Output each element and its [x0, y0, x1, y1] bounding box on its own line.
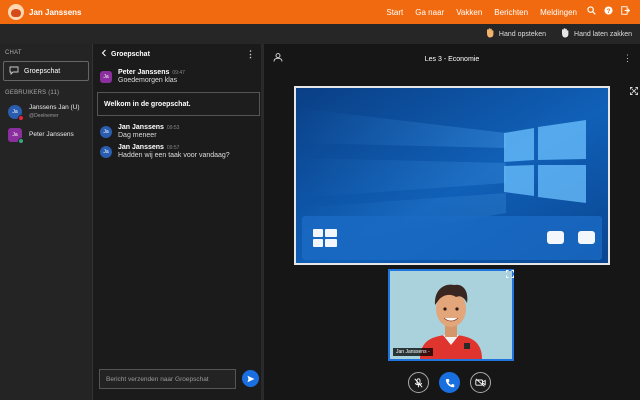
user-list-item[interactable]: Ja Peter Janssens — [8, 128, 92, 144]
avatar-initials: Ja — [12, 132, 18, 138]
message-input[interactable]: Bericht verzenden naar Groepschat — [99, 369, 236, 389]
lower-hand-label: Hand laten zakken — [574, 30, 632, 38]
user-name: Janssens Jan (U) — [29, 104, 80, 111]
raise-hand-label: Hand opsteken — [498, 30, 547, 38]
chat-message: Ja Peter Janssens 09:47 Goedemorgen klas — [100, 69, 263, 84]
camera-toggle-button[interactable] — [470, 372, 491, 393]
avatar: Ja — [8, 128, 24, 144]
meeting-title: Les 3 - Economie — [424, 55, 480, 63]
avatar: Ja — [100, 71, 112, 83]
nav-vakken[interactable]: Vakken — [456, 8, 482, 17]
desktop-wallpaper-image — [296, 88, 608, 263]
avatar-initials: Ja — [103, 74, 109, 80]
logout-icon[interactable] — [621, 6, 631, 18]
message-author: Jan Janssens — [118, 144, 164, 151]
webcam-tile[interactable]: Jan Janssens - — [388, 269, 514, 361]
phone-icon — [445, 378, 454, 387]
chat-message: Ja Jan Janssens 09:53 Dag meneer — [100, 124, 263, 139]
help-icon[interactable]: ? — [604, 6, 613, 18]
shared-screen — [294, 86, 610, 265]
more-options-icon[interactable]: ⋮ — [246, 49, 255, 60]
svg-text:?: ? — [607, 8, 611, 15]
microphone-badge-icon — [18, 138, 24, 144]
send-button[interactable] — [242, 370, 259, 387]
person-avatar-image — [390, 271, 512, 359]
fullscreen-icon[interactable] — [506, 270, 514, 280]
call-controls — [408, 372, 491, 393]
microphone-off-icon — [414, 377, 423, 387]
message-author: Peter Janssens — [118, 69, 170, 76]
avatar-initials: Ja — [103, 129, 109, 135]
search-icon[interactable] — [587, 6, 596, 18]
user-name: Jan Janssens — [29, 7, 82, 17]
webcam-name-label: Jan Janssens - — [393, 348, 433, 356]
hang-up-button[interactable] — [439, 372, 460, 393]
avatar: Ja — [8, 105, 24, 121]
nav-meldingen[interactable]: Meldingen — [540, 8, 577, 17]
welcome-message: Welkom in de groepschat. — [97, 92, 260, 116]
back-icon[interactable] — [101, 49, 107, 59]
avatar: Ja — [100, 146, 112, 158]
avatar[interactable] — [8, 4, 24, 20]
fullscreen-icon[interactable] — [630, 87, 638, 97]
more-options-icon[interactable]: ⋮ — [623, 53, 632, 64]
avatar-initials: Ja — [103, 149, 109, 155]
meeting-area: Les 3 - Economie ⋮ Jan Janssens - — [264, 44, 640, 400]
sidebar-item-label: Groepschat — [24, 67, 61, 75]
main-nav: Start Ga naar Vakken Berichten Meldingen… — [380, 0, 634, 24]
avatar: Ja — [100, 126, 112, 138]
chat-bubble-icon — [9, 66, 19, 77]
message-author: Jan Janssens — [118, 124, 164, 131]
nav-berichten[interactable]: Berichten — [494, 8, 528, 17]
sidebar: CHAT Groepschat GEBRUIKERS (11) Ja Janss… — [0, 44, 93, 400]
lowered-hand-icon — [560, 27, 570, 41]
message-text: Hadden wij een taak voor vandaag? — [118, 152, 230, 159]
camera-off-icon — [475, 378, 486, 387]
raised-hand-icon — [485, 27, 495, 41]
hand-bar: Hand opsteken Hand laten zakken — [0, 24, 640, 44]
message-time: 09:47 — [172, 70, 185, 76]
nav-ga-naar[interactable]: Ga naar — [415, 8, 444, 17]
meeting-header: Les 3 - Economie ⋮ — [264, 44, 640, 74]
chat-heading: CHAT — [5, 50, 22, 56]
user-icon[interactable] — [273, 53, 283, 64]
message-time: 09:57 — [166, 145, 180, 151]
message-time: 09:53 — [166, 125, 180, 131]
raise-hand-button[interactable]: Hand opsteken — [485, 27, 546, 41]
send-icon — [247, 375, 254, 382]
users-heading: GEBRUIKERS (11) — [5, 90, 60, 96]
nav-start[interactable]: Start — [386, 8, 403, 17]
chat-title: Groepschat — [111, 50, 150, 58]
message-text: Dag meneer — [118, 132, 157, 139]
user-list-item[interactable]: Ja Janssens Jan (U) @Deelnemer — [8, 104, 92, 121]
message-text: Goedemorgen klas — [118, 77, 178, 84]
mute-button[interactable] — [408, 372, 429, 393]
user-role: @Deelnemer — [29, 113, 59, 119]
user-name: Peter Janssens — [29, 131, 74, 138]
chat-panel: Groepschat ⋮ Ja Peter Janssens 09:47 Goed… — [93, 44, 264, 400]
muted-badge-icon — [18, 115, 24, 121]
chat-message: Ja Jan Janssens 09:57 Hadden wij een taak… — [100, 144, 263, 159]
sidebar-item-groepschat[interactable]: Groepschat — [3, 61, 89, 81]
lower-hand-button[interactable]: Hand laten zakken — [560, 27, 632, 41]
top-bar: Jan Janssens Start Ga naar Vakken Berich… — [0, 0, 640, 24]
avatar-initials: Ja — [12, 109, 18, 115]
chat-header: Groepschat ⋮ — [93, 44, 263, 64]
